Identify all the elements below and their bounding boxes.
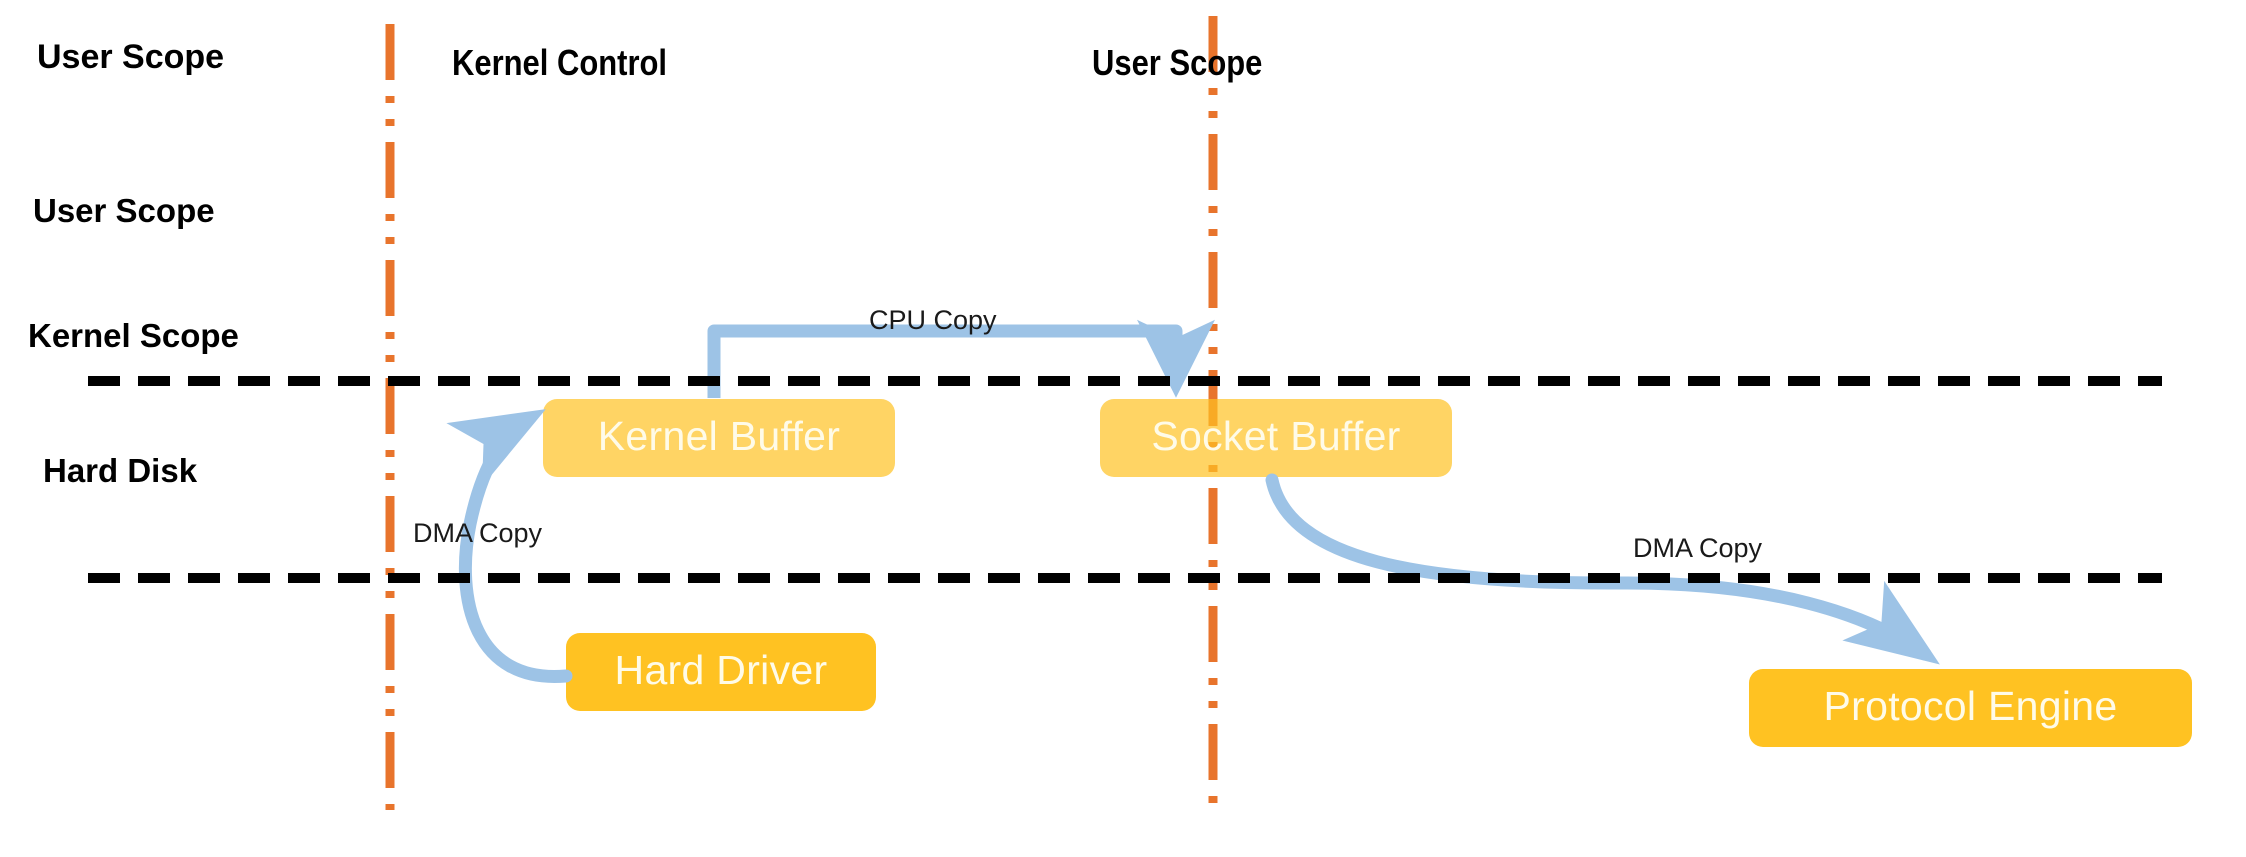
column-header-user-scope-left: User Scope <box>37 38 225 76</box>
diagram-canvas: User Scope Kernel Control User Scope Use… <box>0 0 2246 857</box>
edge-label-dma-copy-left: DMA Copy <box>413 518 543 548</box>
edge-label-cpu-copy: CPU Copy <box>869 305 997 335</box>
row-label-kernel-scope: Kernel Scope <box>28 317 239 354</box>
arrows-layer <box>446 319 1940 683</box>
edge-cpu-copy-kernel-to-socket <box>707 319 1216 398</box>
row-label-hard-disk: Hard Disk <box>43 452 198 489</box>
edge-dma-copy-socket-to-engine <box>1265 473 1940 665</box>
edge-label-dma-copy-right: DMA Copy <box>1633 533 1763 563</box>
column-header-kernel-control: Kernel Control <box>452 42 668 83</box>
row-label-user-scope: User Scope <box>33 192 215 229</box>
column-header-user-scope-right: User Scope <box>1092 42 1263 83</box>
